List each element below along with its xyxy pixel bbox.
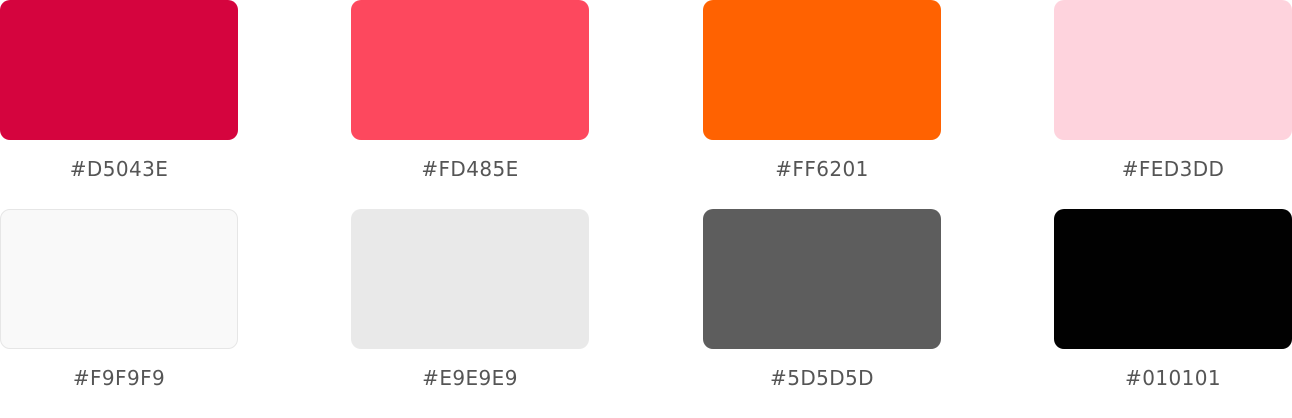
swatch-label: #010101 [1125, 366, 1221, 390]
swatch-label: #FED3DD [1121, 157, 1225, 181]
swatch-label: #F9F9F9 [72, 366, 166, 390]
color-palette: #D5043E #FD485E #FF6201 #FED3DD #F9F9F9 … [0, 0, 1292, 418]
color-swatch [0, 209, 238, 349]
color-swatch [1054, 0, 1292, 140]
swatch-card-1: #D5043E [0, 0, 238, 182]
color-swatch [703, 209, 941, 349]
swatch-card-2: #FD485E [351, 0, 589, 182]
swatch-label: #FD485E [421, 157, 519, 181]
color-swatch [1054, 209, 1292, 349]
color-swatch [0, 0, 238, 140]
swatch-card-8: #010101 [1054, 209, 1292, 391]
swatch-card-6: #E9E9E9 [351, 209, 589, 391]
swatch-card-4: #FED3DD [1054, 0, 1292, 182]
color-swatch [703, 0, 941, 140]
color-swatch [351, 209, 589, 349]
swatch-label: #FF6201 [775, 157, 869, 181]
swatch-label: #D5043E [69, 157, 169, 181]
color-swatch [351, 0, 589, 140]
swatch-card-3: #FF6201 [703, 0, 941, 182]
swatch-label: #E9E9E9 [422, 366, 518, 390]
swatch-label: #5D5D5D [770, 366, 874, 390]
swatch-card-5: #F9F9F9 [0, 209, 238, 391]
swatch-card-7: #5D5D5D [703, 209, 941, 391]
